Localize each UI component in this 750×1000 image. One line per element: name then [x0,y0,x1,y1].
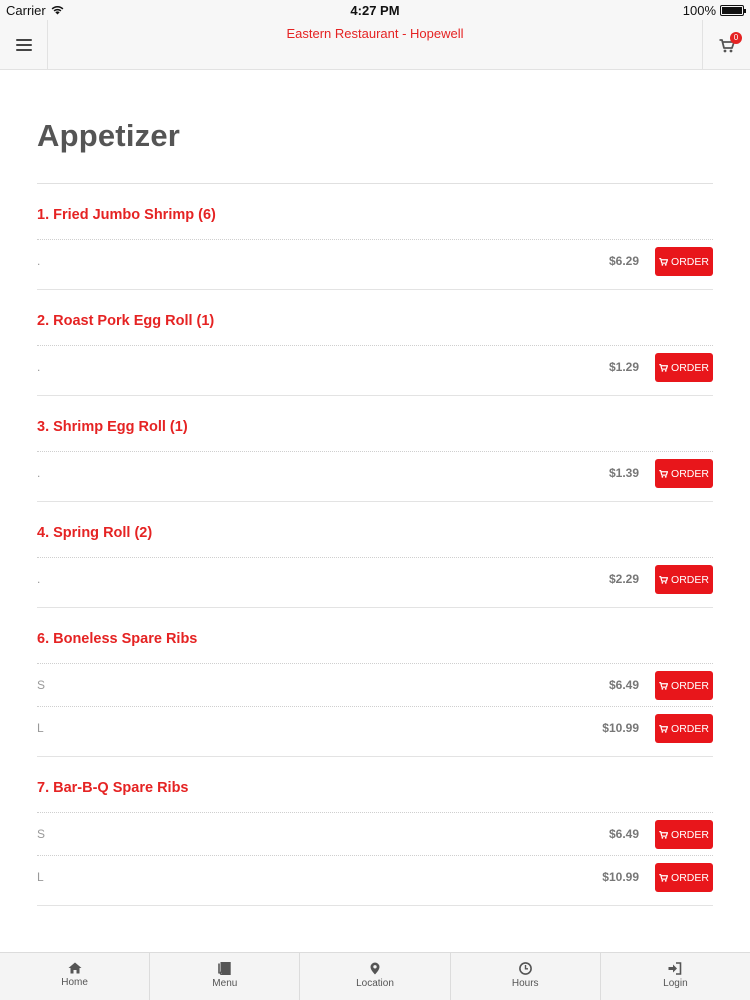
menu-item-variant: S $6.49 ORDER [37,663,713,706]
clock-time: 4:27 PM [350,3,400,18]
order-button[interactable]: ORDER [655,863,713,892]
menu-item: 4. Spring Roll (2). $2.29 ORDER [37,502,713,608]
tab-hours[interactable]: Hours [451,953,601,1000]
menu-content[interactable]: Appetizer 1. Fried Jumbo Shrimp (6). $6.2… [37,70,713,952]
book-icon [218,962,231,975]
sign-in-icon [668,962,682,975]
tab-location[interactable]: Location [300,953,451,1000]
cart-icon [659,575,669,584]
clock-icon [518,962,532,975]
cart-count-badge: 0 [730,32,742,44]
cart-button[interactable]: 0 [702,20,750,70]
tab-label: Home [61,977,88,988]
variant-price: $1.29 [608,360,639,374]
order-button-label: ORDER [671,467,709,480]
home-icon [68,962,82,974]
menu-item-name[interactable]: 7. Bar-B-Q Spare Ribs [37,757,713,812]
menu-item-name[interactable]: 2. Roast Pork Egg Roll (1) [37,290,713,345]
menu-item: 7. Bar-B-Q Spare Ribs S $6.49 ORDER L $10.99 O… [37,757,713,906]
variant-price: $10.99 [602,870,639,884]
order-button-label: ORDER [671,255,709,268]
order-button[interactable]: ORDER [655,353,713,382]
order-button-label: ORDER [671,679,709,692]
nav-bar: Eastern Restaurant - Hopewell 0 [0,20,750,70]
cart-icon [659,469,669,478]
order-button[interactable]: ORDER [655,565,713,594]
status-bar: Carrier 4:27 PM 100% [0,0,750,20]
order-button-label: ORDER [671,722,709,735]
tab-bar: Home Menu Location Hours Login [0,952,750,1000]
variant-price: $10.99 [602,721,639,735]
cart-icon [659,363,669,372]
cart-icon [659,873,669,882]
tab-label: Hours [511,978,539,989]
tab-label: Menu [212,978,238,989]
tab-login[interactable]: Login [601,953,750,1000]
variant-price: $6.29 [608,254,639,268]
menu-item: 6. Boneless Spare Ribs S $6.49 ORDER L $10.99… [37,608,713,757]
order-button[interactable]: ORDER [655,247,713,276]
tab-home[interactable]: Home [0,953,151,1000]
variant-size-label: L [37,721,44,735]
menu-item: 3. Shrimp Egg Roll (1). $1.39 ORDER [37,396,713,502]
variant-size-label: . [37,466,41,480]
menu-item-variant: L $10.99 ORDER [37,706,713,749]
variant-price: $1.39 [608,466,639,480]
variant-size-label: L [37,870,44,884]
order-button[interactable]: ORDER [655,459,713,488]
menu-item-name[interactable]: 3. Shrimp Egg Roll (1) [37,396,713,451]
tab-label: Login [663,978,688,989]
battery-icon [720,5,746,16]
menu-item: 2. Roast Pork Egg Roll (1). $1.29 ORDER [37,290,713,396]
battery-percent: 100% [682,3,716,18]
variant-size-label: S [37,678,46,692]
menu-item-variant: . $2.29 ORDER [37,557,713,600]
variant-price: $6.49 [608,678,639,692]
menu-item-name[interactable]: 6. Boneless Spare Ribs [37,608,713,663]
cart-icon [659,830,669,839]
tab-menu[interactable]: Menu [150,953,301,1000]
cart-icon [659,724,669,733]
menu-item-variant: L $10.99 ORDER [37,855,713,898]
variant-size-label: . [37,360,41,374]
menu-item-name[interactable]: 1. Fried Jumbo Shrimp (6) [37,184,713,239]
menu-item-variant: . $1.39 ORDER [37,451,713,494]
variant-size-label: S [37,827,46,841]
restaurant-title: Eastern Restaurant - Hopewell [286,26,464,41]
order-button[interactable]: ORDER [655,671,713,700]
map-marker-icon [370,962,380,975]
order-button-label: ORDER [671,871,709,884]
variant-price: $6.49 [608,827,639,841]
menu-item: 1. Fried Jumbo Shrimp (6). $6.29 ORDER [37,184,713,290]
menu-item-list: 1. Fried Jumbo Shrimp (6). $6.29 ORDER 2. R… [37,184,713,906]
order-button[interactable]: ORDER [655,714,713,743]
menu-item-name[interactable]: 4. Spring Roll (2) [37,502,713,557]
menu-item-variant: . $6.29 ORDER [37,239,713,282]
order-button-label: ORDER [671,361,709,374]
order-button[interactable]: ORDER [655,820,713,849]
cart-icon [659,681,669,690]
section-title: Appetizer [37,118,181,153]
cart-icon [659,257,669,266]
order-button-label: ORDER [671,573,709,586]
variant-price: $2.29 [608,572,639,586]
tab-label: Location [356,978,394,989]
variant-size-label: . [37,572,41,586]
menu-item-variant: . $1.29 ORDER [37,345,713,388]
order-button-label: ORDER [671,828,709,841]
variant-size-label: . [37,254,41,268]
menu-item-variant: S $6.49 ORDER [37,812,713,855]
